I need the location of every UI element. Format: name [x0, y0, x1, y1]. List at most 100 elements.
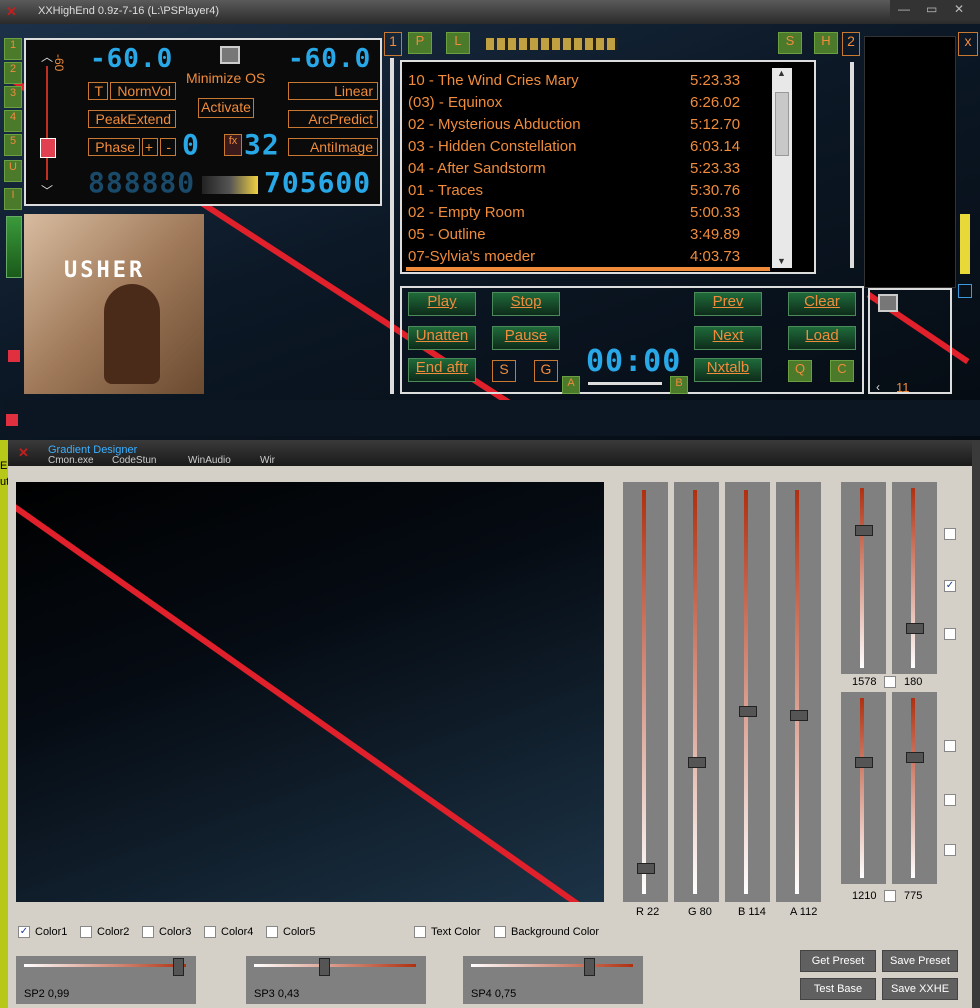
pause-button[interactable]: Pause	[492, 326, 560, 350]
tab-2[interactable]: 2	[4, 62, 22, 84]
plus-button[interactable]: +	[142, 138, 158, 156]
next-album-button[interactable]: Nxtalb	[694, 358, 762, 382]
save-preset-button[interactable]: Save Preset	[882, 950, 958, 972]
linear-button[interactable]: Linear	[288, 82, 378, 100]
panel-2-button[interactable]: 2	[842, 32, 860, 56]
mini-monitor-icon[interactable]	[878, 294, 898, 312]
playlist-row[interactable]: 02 - Mysterious Abduction 5:12.70	[408, 114, 778, 136]
minus-button[interactable]: -	[160, 138, 176, 156]
r-slider[interactable]	[623, 482, 668, 902]
chevron-down-icon[interactable]: ﹀	[41, 182, 53, 199]
sp4-slider[interactable]: SP4 0,75	[463, 956, 643, 1004]
end-after-button[interactable]: End aftr	[408, 358, 476, 382]
a-slider[interactable]	[776, 482, 821, 902]
pair1-right-thumb[interactable]	[906, 623, 924, 635]
tab-u[interactable]: U	[4, 160, 22, 182]
fx-button[interactable]: fx	[224, 134, 242, 156]
side-checkbox-2[interactable]: ✓	[944, 580, 956, 592]
volume-thumb[interactable]	[40, 138, 56, 158]
next-button[interactable]: Next	[694, 326, 762, 350]
a-button[interactable]: A	[562, 376, 580, 394]
color2-checkbox[interactable]	[80, 926, 92, 938]
side-checkbox-5[interactable]	[944, 794, 956, 806]
phase-button[interactable]: Phase	[88, 138, 140, 156]
close-x-button[interactable]: x	[958, 32, 978, 56]
playlist-scrollbar[interactable]: ▲ ▼	[772, 68, 792, 268]
b-button[interactable]: B	[670, 376, 688, 394]
clear-button[interactable]: Clear	[788, 292, 856, 316]
playlist-row[interactable]: 05 - Outline 3:49.89	[408, 224, 778, 246]
playlist-row[interactable]: 01 - Traces 5:30.76	[408, 180, 778, 202]
save-xxhe-button[interactable]: Save XXHE	[882, 978, 958, 1000]
s-transport-button[interactable]: S	[492, 360, 516, 382]
tab-5[interactable]: 5	[4, 134, 22, 156]
pair1-left-slider[interactable]	[841, 482, 886, 674]
side-checkbox-3[interactable]	[944, 628, 956, 640]
scroll-thumb[interactable]	[775, 92, 789, 156]
prev-button[interactable]: Prev	[694, 292, 762, 316]
close-icon[interactable]: ✕	[954, 2, 964, 16]
b-thumb[interactable]	[739, 706, 757, 718]
color5-checkbox[interactable]	[266, 926, 278, 938]
pair2-right-slider[interactable]	[892, 692, 937, 884]
b-slider[interactable]	[725, 482, 770, 902]
scroll-down-icon[interactable]: ▼	[777, 256, 786, 266]
playlist[interactable]: 10 - The Wind Cries Mary 5:23.33 (03) - Eq…	[400, 60, 816, 274]
pair2-left-slider[interactable]	[841, 692, 886, 884]
mini-left-icon[interactable]: ‹	[876, 380, 880, 394]
pair1-right-slider[interactable]	[892, 482, 937, 674]
pair1-checkbox[interactable]	[884, 676, 896, 688]
panel-1-button[interactable]: 1	[384, 32, 402, 56]
sp3-slider[interactable]: SP3 0,43	[246, 956, 426, 1004]
arcpredict-button[interactable]: ArcPredict	[288, 110, 378, 128]
sp2-slider[interactable]: SP2 0,99	[16, 956, 196, 1004]
unatten-button[interactable]: Unatten	[408, 326, 476, 350]
g-slider[interactable]	[674, 482, 719, 902]
a-thumb[interactable]	[790, 710, 808, 722]
playlist-row[interactable]: 04 - After Sandstorm 5:23.33	[408, 158, 778, 180]
monitor-icon[interactable]	[220, 46, 240, 64]
sp4-thumb[interactable]	[584, 958, 596, 976]
q-button[interactable]: Q	[788, 360, 812, 382]
play-button[interactable]: Play	[408, 292, 476, 316]
s-button[interactable]: S	[778, 32, 802, 54]
playlist-row[interactable]: 03 - Hidden Constellation 6:03.14	[408, 136, 778, 158]
playlist-row[interactable]: 10 - The Wind Cries Mary 5:23.33	[408, 70, 778, 92]
scroll-up-icon[interactable]: ▲	[777, 68, 786, 78]
side-checkbox-1[interactable]	[944, 528, 956, 540]
tab-i[interactable]: I	[4, 188, 22, 210]
test-base-button[interactable]: Test Base	[800, 978, 876, 1000]
playlist-row[interactable]: 02 - Empty Room 5:00.33	[408, 202, 778, 224]
minimize-os-label[interactable]: Minimize OS	[186, 70, 265, 86]
c-button[interactable]: C	[830, 360, 854, 382]
pair2-left-thumb[interactable]	[855, 757, 873, 769]
stop-button[interactable]: Stop	[492, 292, 560, 316]
r-thumb[interactable]	[637, 863, 655, 875]
gradient-designer-titlebar[interactable]: ✕ Gradient Designer Cmon.exe CodeStun Wi…	[8, 440, 972, 466]
background-color-checkbox[interactable]	[494, 926, 506, 938]
tab-3[interactable]: 3	[4, 86, 22, 108]
l-button[interactable]: L	[446, 32, 470, 54]
antiimage-button[interactable]: AntiImage	[288, 138, 378, 156]
normvol-button[interactable]: NormVol	[110, 82, 176, 100]
sp3-thumb[interactable]	[318, 958, 330, 976]
pair2-right-thumb[interactable]	[906, 752, 924, 764]
main-titlebar[interactable]: ✕ XXHighEnd 0.9z-7-16 (L:\PSPlayer4) — ▭…	[0, 0, 980, 24]
side-checkbox-6[interactable]	[944, 844, 956, 856]
g-thumb[interactable]	[688, 757, 706, 769]
time-scrub[interactable]	[588, 382, 662, 385]
tab-4[interactable]: 4	[4, 110, 22, 132]
color4-checkbox[interactable]	[204, 926, 216, 938]
tab-1[interactable]: 1	[4, 38, 22, 60]
text-color-checkbox[interactable]	[414, 926, 426, 938]
color1-checkbox[interactable]: ✓	[18, 926, 30, 938]
playlist-row[interactable]: (03) - Equinox 6:26.02	[408, 92, 778, 114]
t-button[interactable]: T	[88, 82, 108, 100]
load-button[interactable]: Load	[788, 326, 856, 350]
playlist-row[interactable]: 07-Sylvia's moeder 4:03.73	[408, 246, 778, 268]
get-preset-button[interactable]: Get Preset	[800, 950, 876, 972]
minimize-icon[interactable]: —	[898, 2, 910, 16]
maximize-icon[interactable]: ▭	[926, 2, 937, 16]
g-button[interactable]: G	[534, 360, 558, 382]
p-button[interactable]: P	[408, 32, 432, 54]
